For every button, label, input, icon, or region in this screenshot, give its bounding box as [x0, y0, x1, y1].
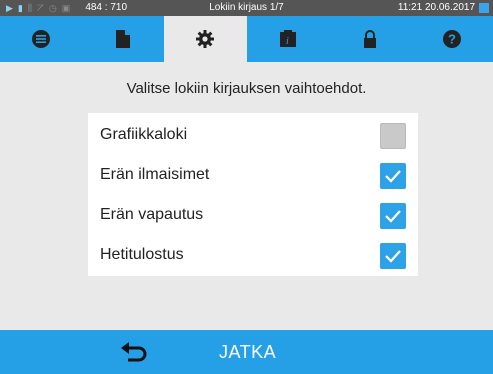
- status-indicator: [479, 3, 489, 13]
- tab-bar: i ?: [0, 16, 493, 62]
- tab-help[interactable]: ?: [411, 16, 493, 62]
- back-button[interactable]: [120, 340, 150, 364]
- help-icon: ?: [442, 30, 461, 48]
- option-label: Hetitulostus: [100, 246, 184, 263]
- tab-lock[interactable]: [329, 16, 411, 62]
- continue-button[interactable]: JATKA: [219, 342, 276, 363]
- option-graphics-log[interactable]: Grafiikkaloki: [88, 115, 418, 155]
- checkmark-icon: [385, 170, 401, 183]
- gear-icon: [196, 30, 215, 48]
- checkbox-checked[interactable]: [380, 163, 406, 189]
- option-batch-release[interactable]: Erän vapautus: [88, 195, 418, 235]
- svg-text:?: ?: [448, 32, 456, 47]
- option-label: Grafiikkaloki: [100, 126, 188, 143]
- instruction-text: Valitse lokiin kirjauksen vaihtoehdot.: [126, 80, 367, 97]
- info-document-icon: i: [279, 30, 296, 47]
- option-label: Erän vapautus: [100, 206, 204, 223]
- tab-settings[interactable]: [164, 16, 247, 62]
- tab-document[interactable]: [82, 16, 164, 62]
- option-instant-print[interactable]: Hetitulostus: [88, 235, 418, 275]
- lock-icon: [363, 30, 376, 48]
- status-bar: ▶ ▮ ⫼ ⦢ ◷ ▣ 484 : 710 Lokiin kirjaus 1/7…: [0, 0, 493, 16]
- option-batch-indicators[interactable]: Erän ilmaisimet: [88, 155, 418, 195]
- option-label: Erän ilmaisimet: [100, 166, 210, 183]
- date-time: 11:21 20.06.2017: [397, 2, 475, 13]
- checkbox-checked[interactable]: [380, 243, 406, 269]
- checkmark-icon: [385, 210, 401, 223]
- back-arrow-icon: [121, 342, 147, 362]
- checkmark-icon: [385, 250, 401, 263]
- checkbox-checked[interactable]: [380, 203, 406, 229]
- options-card: Grafiikkaloki Erän ilmaisimet Erän vapau…: [88, 113, 418, 276]
- document-icon: [116, 30, 131, 48]
- footer-bar: JATKA: [0, 330, 493, 374]
- svg-text:i: i: [286, 36, 289, 47]
- tab-info[interactable]: i: [247, 16, 329, 62]
- checkbox-unchecked[interactable]: [380, 123, 406, 149]
- tab-list[interactable]: [0, 16, 82, 62]
- list-icon: [32, 30, 51, 48]
